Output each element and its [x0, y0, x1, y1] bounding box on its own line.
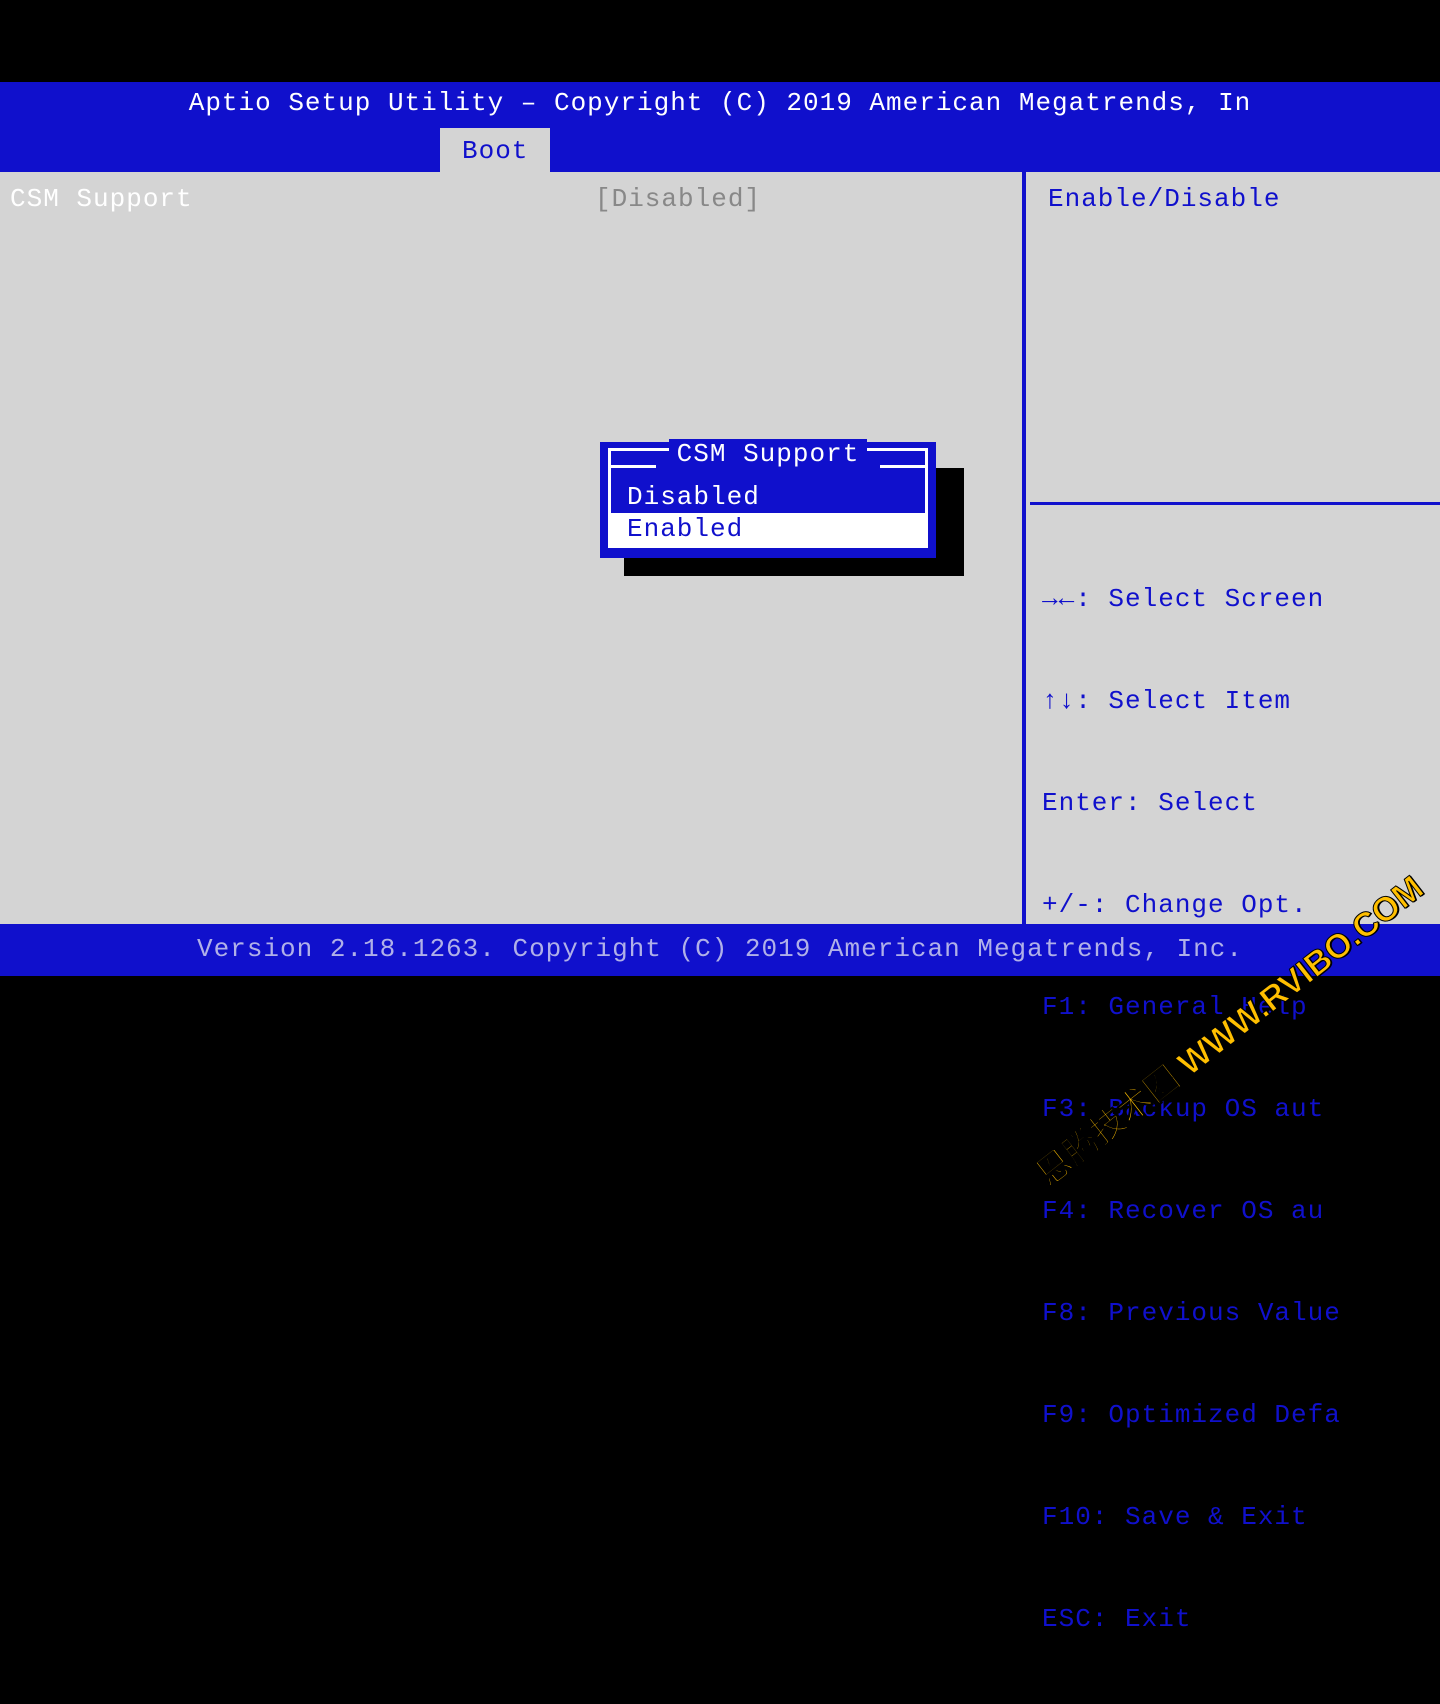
help-key-line: F8: Previous Value: [1042, 1296, 1440, 1330]
header-bar: Aptio Setup Utility – Copyright (C) 2019…: [0, 82, 1440, 172]
help-description: Enable/Disable: [1048, 184, 1440, 214]
setting-value: [Disabled]: [595, 184, 761, 214]
help-key-line: +/-: Change Opt.: [1042, 888, 1440, 922]
help-key-line: F1: General Help: [1042, 990, 1440, 1024]
footer-bar: Version 2.18.1263. Copyright (C) 2019 Am…: [0, 928, 1440, 976]
help-key-line: F3: Backup OS aut: [1042, 1092, 1440, 1126]
popup-title: CSM Support: [669, 439, 868, 469]
help-key-line: ↑↓: Select Item: [1042, 684, 1440, 718]
setting-row-csm-support[interactable]: CSM Support [Disabled]: [10, 184, 1010, 218]
help-key-line: →←: Select Screen: [1042, 582, 1440, 616]
help-divider: [1030, 502, 1440, 505]
tab-boot[interactable]: Boot: [440, 128, 550, 172]
help-key-line: F4: Recover OS au: [1042, 1194, 1440, 1228]
bios-screen: Aptio Setup Utility – Copyright (C) 2019…: [0, 0, 1440, 1080]
help-key-line: F10: Save & Exit: [1042, 1500, 1440, 1534]
help-key-line: ESC: Exit: [1042, 1602, 1440, 1636]
popup-option-disabled[interactable]: Disabled: [611, 481, 925, 513]
help-key-line: F9: Optimized Defa: [1042, 1398, 1440, 1432]
help-panel: Enable/Disable →←: Select Screen ↑↓: Sel…: [1030, 172, 1440, 924]
popup-inner: CSM Support Disabled Enabled: [608, 448, 928, 548]
setting-label: CSM Support: [10, 184, 193, 214]
popup-csm-support: CSM Support Disabled Enabled: [600, 442, 936, 558]
help-keys: →←: Select Screen ↑↓: Select Item Enter:…: [1042, 514, 1440, 1704]
popup-option-enabled[interactable]: Enabled: [611, 513, 925, 545]
help-key-line: Enter: Select: [1042, 786, 1440, 820]
header-title: Aptio Setup Utility – Copyright (C) 2019…: [0, 88, 1440, 118]
popup-title-row: CSM Support: [611, 451, 925, 481]
